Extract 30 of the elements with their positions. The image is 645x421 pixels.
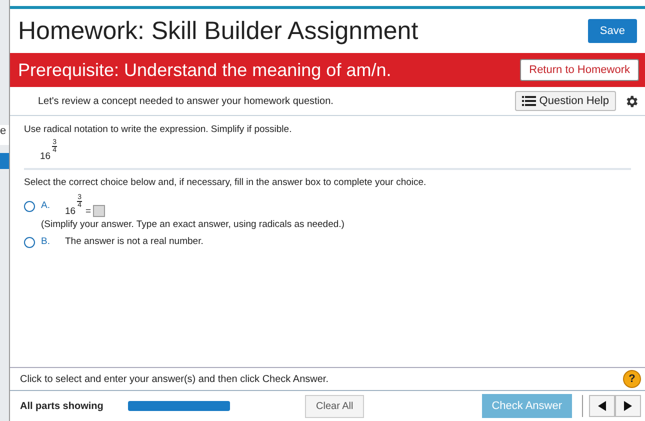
- right-triangle-icon: [624, 401, 632, 411]
- banner-text: Prerequisite: Understand the meaning of am/n.: [18, 60, 392, 80]
- base-number: 16: [40, 151, 51, 162]
- settings-icon[interactable]: [624, 94, 639, 108]
- page-title: Homework: Skill Builder Assignment: [18, 16, 418, 46]
- choice-text: The answer is not a real number.: [65, 236, 204, 247]
- parts-label: All parts showing: [20, 400, 104, 412]
- background-text: e: [0, 125, 9, 145]
- list-icon: [522, 96, 536, 106]
- base-number: 16: [65, 206, 76, 217]
- radio-button[interactable]: [24, 237, 35, 248]
- left-triangle-icon: [598, 401, 606, 411]
- choice-prompt: Select the correct choice below and, if necessary, fill in the answer box to complete your choice.: [24, 177, 428, 188]
- help-icon[interactable]: ?: [623, 370, 641, 388]
- toolbar-text: Let's review a concept needed to answer your homework question.: [38, 96, 334, 106]
- question-help-button[interactable]: Question Help: [515, 91, 616, 111]
- next-button[interactable]: [615, 395, 641, 417]
- return-button[interactable]: Return to Homework: [520, 59, 639, 81]
- selected-list-item: [0, 153, 9, 169]
- choice-letter: A.: [41, 200, 51, 211]
- answer-hint: (Simplify your answer. Type an exact answer, using radicals as needed.): [41, 219, 344, 230]
- question-instruction: Use radical notation to write the expression. Simplify if possible.: [24, 124, 293, 135]
- radio-button[interactable]: [24, 201, 35, 212]
- equals-sign: =: [85, 206, 92, 217]
- answer-box[interactable]: [93, 205, 106, 217]
- save-button[interactable]: Save: [588, 19, 637, 43]
- clear-all-button[interactable]: Clear All: [305, 394, 364, 418]
- choice-letter: B.: [41, 236, 51, 247]
- previous-button[interactable]: [589, 395, 615, 417]
- footer-instruction: Click to select and enter your answer(s) and then click Check Answer.: [20, 374, 328, 384]
